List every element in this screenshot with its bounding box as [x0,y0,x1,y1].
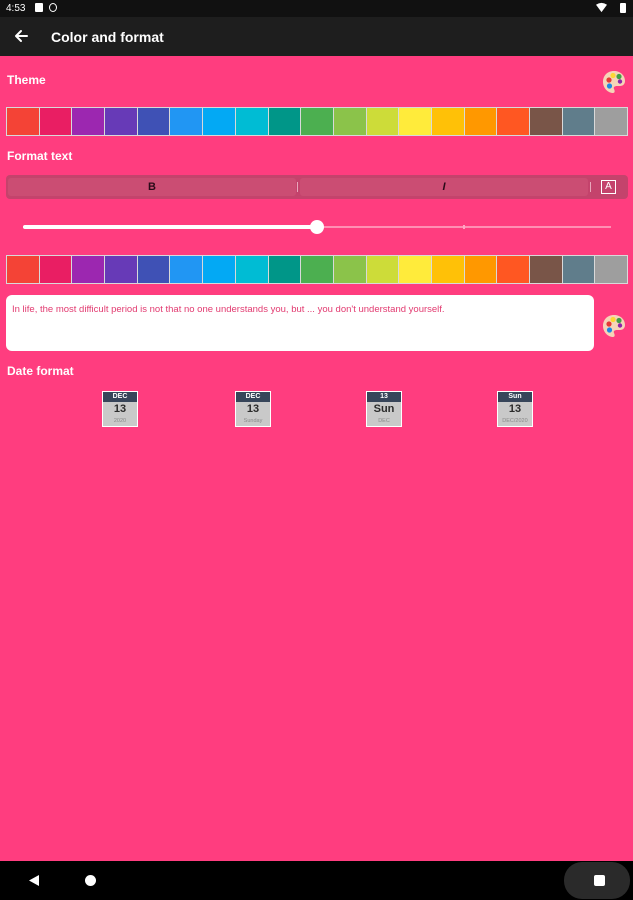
battery-icon [620,3,626,13]
theme-color-swatch[interactable] [595,108,628,135]
arrow-left-icon [15,30,28,42]
divider [297,182,298,192]
theme-color-swatch[interactable] [399,108,431,135]
text-color-swatch[interactable] [39,256,72,283]
theme-color-row [6,107,628,136]
text-color-swatch[interactable] [235,256,268,283]
text-color-swatch[interactable] [72,256,105,283]
date-header: 13 [367,392,401,402]
sync-icon [49,3,57,12]
text-size-slider[interactable] [23,219,611,235]
date-format-label: Date format [7,364,74,378]
text-color-swatch[interactable] [464,256,497,283]
theme-color-swatch[interactable] [137,108,170,135]
theme-color-swatch[interactable] [464,108,497,135]
date-header: Sun [498,392,532,402]
nav-home-icon[interactable] [85,875,96,886]
theme-color-swatch[interactable] [39,108,72,135]
theme-color-swatch[interactable] [170,108,203,135]
wifi-icon [596,2,607,13]
date-header: DEC [236,392,270,402]
nav-recents-button[interactable] [564,862,630,899]
date-sub: DEC/2020 [502,418,528,424]
status-time: 4:53 [6,3,26,14]
text-color-swatch[interactable] [301,256,333,283]
date-main: 13 [246,403,260,415]
text-color-swatch[interactable] [595,256,628,283]
text-color-button[interactable]: A [601,180,616,194]
slider-fill [23,225,317,229]
theme-color-swatch[interactable] [235,108,268,135]
date-main: 13 [508,403,522,415]
theme-color-swatch[interactable] [203,108,235,135]
theme-color-swatch[interactable] [333,108,366,135]
text-color-swatch[interactable] [399,256,431,283]
back-button[interactable] [8,23,34,49]
date-main: 13 [113,403,127,415]
date-format-option[interactable]: 13 Sun DEC [366,391,402,427]
text-color-swatch[interactable] [137,256,170,283]
date-sub: 2020 [113,418,127,424]
theme-color-swatch[interactable] [301,108,333,135]
format-text-label: Format text [7,149,73,163]
format-toolbar: B I A [6,175,628,199]
text-color-swatch[interactable] [170,256,203,283]
date-format-option[interactable]: DEC 13 Sunday [235,391,271,427]
date-header: DEC [103,392,137,402]
text-preview-box[interactable]: In life, the most difficult period is no… [6,295,594,351]
date-format-option[interactable]: DEC 13 2020 [102,391,138,427]
theme-color-swatch[interactable] [105,108,137,135]
text-color-swatch[interactable] [366,256,399,283]
text-color-swatch[interactable] [203,256,235,283]
theme-label: Theme [7,73,46,87]
page-title: Color and format [51,29,164,45]
date-sub: Sunday [243,418,263,424]
theme-color-swatch[interactable] [530,108,562,135]
text-color-swatch[interactable] [431,256,464,283]
theme-color-swatch[interactable] [366,108,399,135]
text-color-swatch[interactable] [333,256,366,283]
nav-recents-icon [594,875,605,886]
date-format-option[interactable]: Sun 13 DEC/2020 [497,391,533,427]
slider-thumb[interactable] [310,220,324,234]
sim-card-icon [35,3,43,12]
text-color-swatch[interactable] [497,256,529,283]
nav-back-icon[interactable] [28,874,40,887]
text-color-swatch[interactable] [268,256,301,283]
text-color-row [6,255,628,284]
date-sub: DEC [378,418,390,424]
text-color-swatch[interactable] [562,256,595,283]
text-color-swatch[interactable] [105,256,137,283]
palette-icon[interactable] [601,313,627,339]
navigation-bar [0,861,633,900]
theme-color-swatch[interactable] [497,108,529,135]
text-color-swatch[interactable] [7,256,39,283]
italic-button[interactable]: I [300,178,588,196]
date-main: Sun [373,403,395,415]
divider [590,182,591,192]
theme-color-swatch[interactable] [72,108,105,135]
slider-tick [463,225,465,229]
text-color-swatch[interactable] [530,256,562,283]
status-bar: 4:53 [0,0,633,17]
app-bar: Color and format [0,17,633,56]
palette-icon[interactable] [601,69,627,95]
theme-color-swatch[interactable] [562,108,595,135]
theme-color-swatch[interactable] [7,108,39,135]
bold-button[interactable]: B [8,178,296,196]
theme-color-swatch[interactable] [268,108,301,135]
theme-color-swatch[interactable] [431,108,464,135]
preview-text: In life, the most difficult period is no… [12,304,445,315]
